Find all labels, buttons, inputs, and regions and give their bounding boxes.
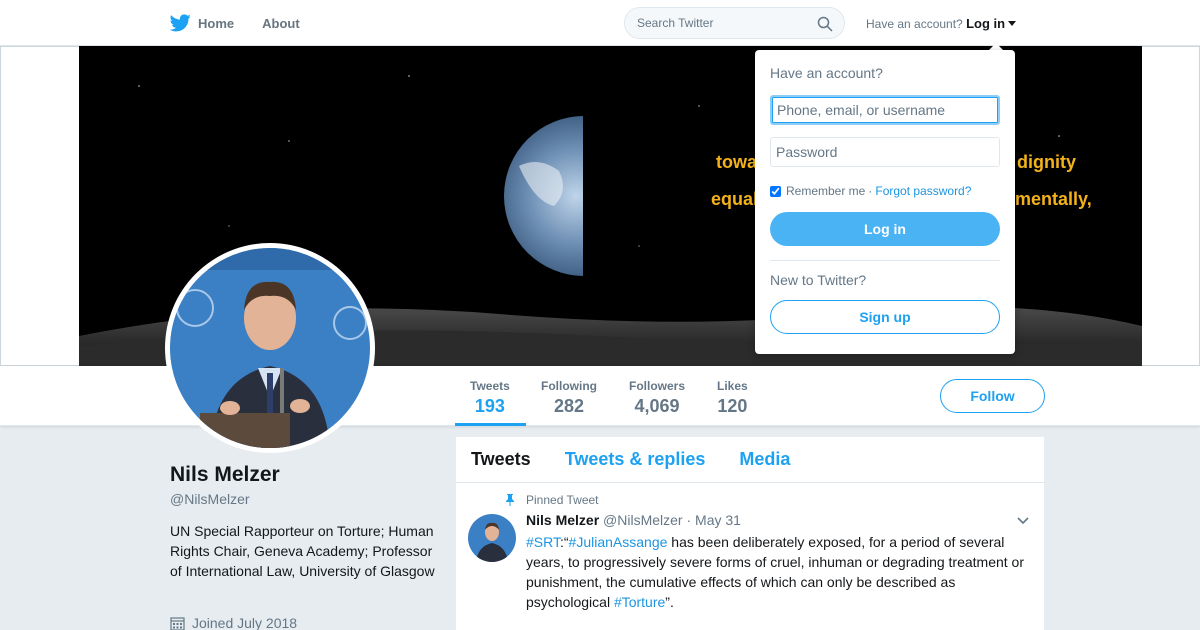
- account-prompt: Have an account?: [866, 17, 963, 31]
- follow-button[interactable]: Follow: [940, 379, 1045, 413]
- stat-following[interactable]: Following 282: [541, 379, 597, 417]
- remember-checkbox[interactable]: [770, 185, 781, 197]
- top-nav-bar: Home About Search Twitter Have an accoun…: [0, 0, 1200, 46]
- banner-text-right-1: dignity: [1017, 152, 1076, 172]
- tweet-author-handle[interactable]: @NilsMelzer: [603, 512, 683, 528]
- nav-home-link[interactable]: Home: [198, 16, 234, 31]
- stat-value: 4,069: [634, 396, 680, 416]
- caret-down-icon[interactable]: [1008, 21, 1017, 26]
- tweet-header: Nils Melzer @NilsMelzer · May 31: [526, 512, 741, 528]
- banner-text-left-2: equal: [711, 189, 759, 209]
- stat-label: Tweets: [470, 379, 510, 393]
- tab-media[interactable]: Media: [739, 449, 790, 470]
- avatar-image: [170, 248, 370, 448]
- tab-tweets[interactable]: Tweets: [471, 449, 531, 470]
- login-dropdown: Have an account? Remember me · Forgot pa…: [755, 50, 1015, 354]
- banner-text-left-1: towa: [716, 152, 758, 172]
- pin-icon: [506, 494, 514, 506]
- stat-label: Following: [541, 379, 597, 393]
- remember-separator: ·: [868, 184, 873, 198]
- login-menu-link[interactable]: Log in: [966, 16, 1005, 31]
- tab-tweets-replies[interactable]: Tweets & replies: [565, 449, 706, 470]
- tweet-text: #SRT:“#JulianAssange has been deliberate…: [526, 532, 1031, 612]
- profile-name[interactable]: Nils Melzer: [170, 463, 280, 487]
- remember-row: Remember me · Forgot password?: [770, 184, 971, 198]
- stat-label: Likes: [717, 379, 748, 393]
- stat-value: 120: [717, 396, 748, 416]
- tweet-author-name[interactable]: Nils Melzer: [526, 512, 599, 528]
- hashtag-link[interactable]: #SRT: [526, 534, 560, 550]
- stat-likes[interactable]: Likes 120: [717, 379, 748, 417]
- stat-value: 193: [474, 396, 505, 416]
- forgot-password-link[interactable]: Forgot password?: [875, 184, 971, 198]
- login-button[interactable]: Log in: [770, 212, 1000, 246]
- profile-bio: UN Special Rapporteur on Torture; Human …: [170, 523, 435, 579]
- timeline: Tweets Tweets & replies Media Pinned Twe…: [456, 437, 1044, 630]
- new-to-twitter-label: New to Twitter?: [770, 272, 867, 288]
- nav-about-link[interactable]: About: [262, 16, 300, 31]
- dropdown-title: Have an account?: [770, 65, 883, 81]
- pinned-text: Pinned Tweet: [526, 493, 599, 507]
- password-field[interactable]: [770, 137, 1000, 167]
- hashtag-link[interactable]: #JulianAssange: [569, 534, 668, 550]
- tweet-avatar[interactable]: [468, 514, 516, 562]
- pinned-label: Pinned Tweet: [504, 493, 599, 507]
- joined-date: Joined July 2018: [170, 615, 297, 630]
- tweet-date[interactable]: May 31: [695, 512, 741, 528]
- search-placeholder: Search Twitter: [637, 16, 714, 30]
- search-box[interactable]: Search Twitter: [624, 7, 845, 39]
- avatar[interactable]: [165, 243, 375, 453]
- timeline-tabs: Tweets Tweets & replies Media: [456, 437, 1044, 483]
- stat-followers[interactable]: Followers 4,069: [629, 379, 685, 417]
- profile-handle[interactable]: @NilsMelzer: [170, 491, 250, 507]
- active-stat-underline: [455, 423, 526, 426]
- account-menu: Have an account? Log in: [866, 16, 1017, 31]
- chevron-down-icon[interactable]: [1017, 517, 1029, 525]
- signup-button[interactable]: Sign up: [770, 300, 1000, 334]
- dropdown-divider: [770, 260, 1000, 261]
- hashtag-link[interactable]: #Torture: [614, 594, 665, 610]
- search-icon[interactable]: [817, 16, 833, 32]
- joined-text: Joined July 2018: [192, 615, 298, 630]
- tweet-text-part: ”.: [665, 594, 674, 610]
- twitter-bird-icon[interactable]: [170, 14, 191, 32]
- nav-left: Home About: [170, 0, 328, 46]
- stat-tweets[interactable]: Tweets 193: [470, 379, 510, 417]
- stat-label: Followers: [629, 379, 686, 393]
- banner-text-right-2: mentally,: [1015, 189, 1092, 209]
- tweet-avatar-image: [468, 514, 516, 562]
- stat-value: 282: [553, 396, 585, 416]
- username-field[interactable]: [770, 95, 1000, 125]
- tweet-text-part: :“: [559, 534, 569, 550]
- calendar-icon: [170, 616, 185, 630]
- tweet-separator: ·: [686, 512, 692, 528]
- remember-label[interactable]: Remember me: [786, 184, 865, 198]
